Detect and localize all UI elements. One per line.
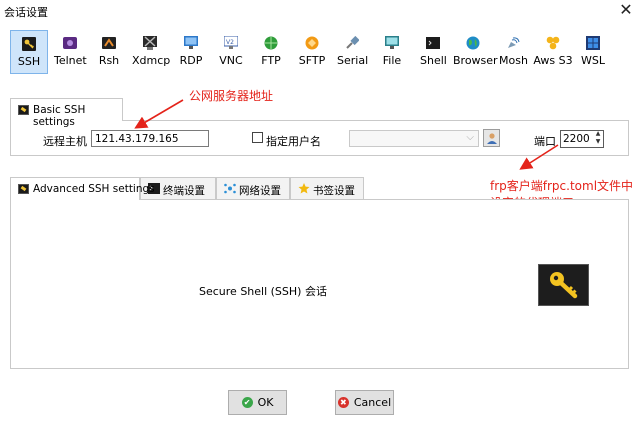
protocol-label: WSL [581, 54, 605, 67]
tab-bookmark-settings[interactable]: 书签设置 [290, 177, 364, 199]
protocol-file[interactable]: File [381, 30, 403, 74]
protocol-description: Secure Shell (SSH) 会话 [199, 285, 327, 298]
protocol-label: SFTP [298, 54, 326, 67]
protocol-mosh[interactable]: Mosh [499, 30, 528, 74]
protocol-label: SSH [17, 55, 41, 68]
protocol-aws-s3[interactable]: Aws S3 [533, 30, 573, 74]
protocol-vnc[interactable]: V2 VNC [218, 30, 244, 74]
tab-network-settings[interactable]: 网络设置 [216, 177, 290, 199]
vnc-icon: V2 [224, 36, 238, 50]
rsh-icon [102, 36, 116, 50]
protocol-label: Shell [420, 54, 447, 67]
wsl-windows-icon [586, 36, 600, 50]
user-icon [486, 133, 497, 144]
protocol-toolbar: SSH Telnet Rsh Xdmcp RDP V2 VNC FTP SFTP… [8, 30, 608, 76]
xdmcp-icon [143, 36, 157, 50]
protocol-telnet[interactable]: Telnet [54, 30, 87, 74]
close-icon[interactable]: ✕ [617, 1, 635, 19]
protocol-wsl[interactable]: WSL [580, 30, 606, 74]
ssh-key-icon [18, 105, 29, 115]
spin-up-icon[interactable]: ▲ [592, 130, 604, 138]
star-icon [298, 183, 310, 194]
protocol-rsh[interactable]: Rsh [97, 30, 121, 74]
protocol-label: Rsh [98, 54, 120, 67]
tab-label: 终端设置 [163, 185, 205, 197]
port-spinner[interactable]: ▲ ▼ [592, 130, 604, 148]
ftp-globe-icon [264, 36, 278, 50]
title-bar: 会话设置 ✕ [0, 0, 641, 22]
cancel-button[interactable]: ✖ Cancel [335, 390, 394, 415]
protocol-label: Browser [453, 54, 498, 67]
check-icon: ✔ [241, 397, 253, 408]
protocol-label: RDP [179, 54, 203, 67]
protocol-rdp[interactable]: RDP [177, 30, 205, 74]
tab-label: Advanced SSH settings [33, 183, 155, 195]
tab-label: 书签设置 [313, 185, 355, 197]
specify-username-checkbox[interactable] [252, 132, 263, 143]
protocol-label: Mosh [499, 54, 528, 67]
sftp-icon [305, 36, 319, 50]
ssh-key-icon [22, 37, 36, 51]
protocol-ftp[interactable]: FTP [258, 30, 284, 74]
tab-basic-ssh-settings[interactable]: Basic SSH settings [10, 98, 123, 128]
protocol-label: Xdmcp [132, 54, 171, 67]
browser-globe-icon [466, 36, 480, 50]
protocol-label: FTP [261, 54, 281, 67]
protocol-serial[interactable]: Serial [337, 30, 369, 74]
cancel-label: Cancel [353, 396, 392, 409]
window-title: 会话设置 [4, 6, 48, 19]
protocol-ssh[interactable]: SSH [10, 30, 48, 74]
specify-username-label: 指定用户名 [266, 135, 321, 148]
advanced-tab-bar: Advanced SSH settings 终端设置 网络设置 书签设置 [10, 177, 370, 200]
tab-advanced-ssh-settings[interactable]: Advanced SSH settings [10, 177, 155, 200]
chevron-down-icon: ⌵ [466, 132, 474, 143]
mosh-satellite-icon [506, 36, 520, 50]
remote-host-label: 远程主机 * [43, 135, 96, 148]
protocol-label: VNC [219, 54, 243, 67]
tab-label: 网络设置 [239, 185, 281, 197]
ssh-key-icon [18, 184, 29, 194]
serial-plug-icon [345, 36, 359, 50]
protocol-sftp[interactable]: SFTP [296, 30, 328, 74]
aws-s3-icon [546, 36, 560, 50]
svg-text:V2: V2 [226, 39, 234, 46]
ok-button[interactable]: ✔ OK [228, 390, 287, 415]
spin-down-icon[interactable]: ▼ [592, 138, 604, 146]
telnet-icon [63, 36, 77, 50]
remote-host-input[interactable] [91, 130, 209, 147]
ok-label: OK [257, 396, 274, 409]
port-label: 端口 [534, 135, 556, 148]
username-select[interactable]: ⌵ [349, 130, 479, 147]
tab-label: Basic SSH settings [33, 104, 86, 128]
network-icon [224, 183, 236, 194]
port-value: 2200 [563, 133, 590, 145]
ssh-key-large-icon [538, 264, 589, 306]
protocol-xdmcp[interactable]: Xdmcp [132, 30, 171, 74]
protocol-label: Aws S3 [533, 54, 573, 67]
user-manager-button[interactable] [483, 129, 500, 147]
cancel-icon: ✖ [337, 397, 349, 408]
protocol-label: Telnet [54, 54, 87, 67]
protocol-label: File [382, 54, 402, 67]
file-monitor-icon [385, 36, 399, 50]
shell-terminal-icon [426, 36, 440, 50]
host-annotation: 公网服务器地址 [189, 89, 274, 103]
protocol-shell[interactable]: Shell [420, 30, 447, 74]
rdp-monitor-icon [184, 36, 198, 50]
protocol-browser[interactable]: Browser [453, 30, 498, 74]
protocol-label: Serial [337, 54, 369, 67]
